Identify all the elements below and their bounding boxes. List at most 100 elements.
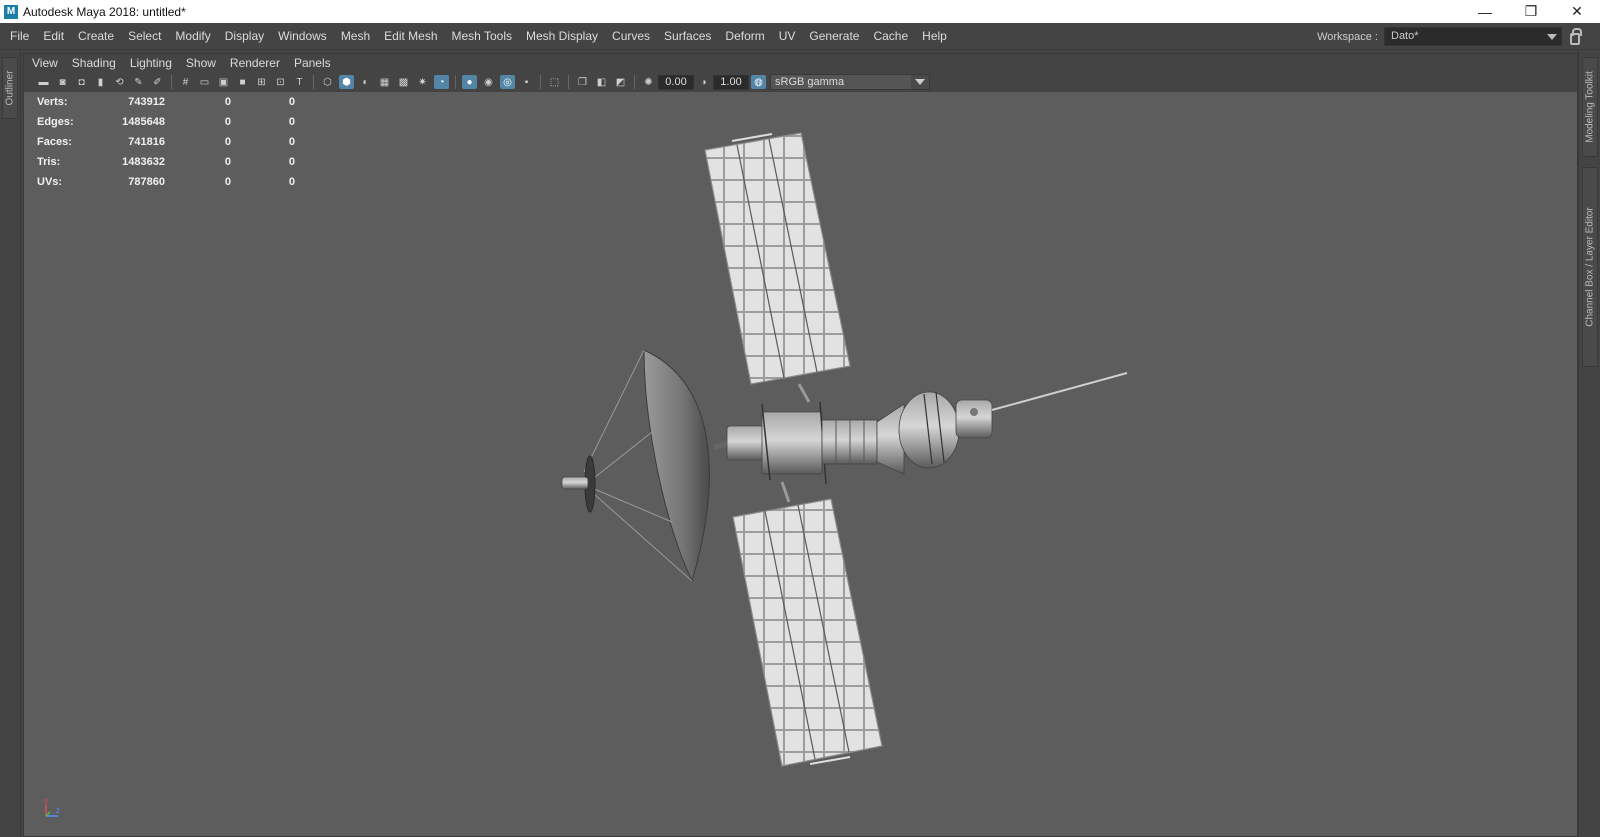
gamma-icon[interactable]: ◑ <box>696 75 711 89</box>
hud-value: 743912 <box>128 96 165 108</box>
menu-cache[interactable]: Cache <box>866 23 915 50</box>
color-management-icon[interactable]: ◍ <box>751 75 766 89</box>
upper-solar-panel <box>704 132 851 403</box>
poly-count-hud: Verts: 743912 0 0 Edges: 1485648 0 0 Fac… <box>37 92 295 192</box>
ambient-occlusion-icon[interactable]: ● <box>462 75 477 89</box>
outliner-tab[interactable]: Outliner <box>2 57 18 119</box>
workspace-dropdown[interactable]: Dato* <box>1384 27 1562 46</box>
lock-icon[interactable] <box>1570 27 1582 45</box>
maximize-button[interactable]: ❐ <box>1508 0 1554 23</box>
menu-curves[interactable]: Curves <box>605 23 657 50</box>
menu-edit-mesh[interactable]: Edit Mesh <box>377 23 444 50</box>
smooth-shade-icon[interactable]: ⬢ <box>339 75 354 89</box>
safe-title-icon[interactable]: T <box>292 75 307 89</box>
satellite-body <box>726 372 1128 485</box>
textured-icon[interactable]: ▦ <box>377 75 392 89</box>
panel-menu-show[interactable]: Show <box>179 56 223 70</box>
hud-value: 0 <box>224 116 231 128</box>
hud-row-tris: Tris: 1483632 0 0 <box>37 152 295 172</box>
menu-surfaces[interactable]: Surfaces <box>657 23 718 50</box>
lower-solar-panel <box>732 481 883 767</box>
camera-attributes-icon[interactable]: ◙ <box>55 75 70 89</box>
menu-modify[interactable]: Modify <box>168 23 217 50</box>
menu-mesh[interactable]: Mesh <box>334 23 377 50</box>
menu-mesh-display[interactable]: Mesh Display <box>519 23 605 50</box>
axis-z-label: z <box>56 806 60 815</box>
exposure-field[interactable]: 0.00 <box>658 74 694 90</box>
field-chart-icon[interactable]: ⊞ <box>254 75 269 89</box>
channel-box-tab-label: Channel Box / Layer Editor <box>1584 207 1596 327</box>
maya-logo-icon: M <box>4 4 18 19</box>
menu-uv[interactable]: UV <box>772 23 803 50</box>
grid-icon[interactable]: # <box>178 75 193 89</box>
xray-icon[interactable]: ▩ <box>396 75 411 89</box>
menu-display[interactable]: Display <box>218 23 271 50</box>
depth-of-field-icon[interactable]: ▪ <box>519 75 534 89</box>
backface-culling-icon[interactable]: ◩ <box>613 75 628 89</box>
panel-menu-shading[interactable]: Shading <box>65 56 123 70</box>
select-camera-icon[interactable]: ▬ <box>36 75 51 89</box>
menu-select[interactable]: Select <box>121 23 168 50</box>
panel-menu-renderer[interactable]: Renderer <box>223 56 287 70</box>
xray-joints-icon[interactable]: ❐ <box>575 75 590 89</box>
chevron-down-icon <box>1547 34 1557 40</box>
workspace-selector-area: Workspace : Dato* <box>1317 23 1582 50</box>
menu-windows[interactable]: Windows <box>271 23 334 50</box>
viewport-panel: View Shading Lighting Show Renderer Pane… <box>23 53 1578 837</box>
two-d-pan-zoom-icon[interactable]: ⟲ <box>112 75 127 89</box>
dish-antenna <box>561 349 728 583</box>
menu-create[interactable]: Create <box>71 23 121 50</box>
panel-menu-view[interactable]: View <box>24 56 65 70</box>
main-menu-bar: File Edit Create Select Modify Display W… <box>0 23 1600 50</box>
hud-value: 0 <box>288 96 295 108</box>
modeling-toolkit-tab[interactable]: Modeling Toolkit <box>1582 57 1598 157</box>
xray-active-icon[interactable]: ◧ <box>594 75 609 89</box>
safe-action-icon[interactable]: ⊡ <box>273 75 288 89</box>
3d-viewport[interactable]: Verts: 743912 0 0 Edges: 1485648 0 0 Fac… <box>24 92 1577 836</box>
hud-value: 0 <box>288 176 295 188</box>
menu-edit[interactable]: Edit <box>36 23 71 50</box>
isolate-select-icon[interactable]: ⬚ <box>547 75 562 89</box>
hud-value: 787860 <box>128 176 165 188</box>
wireframe-on-shaded-icon[interactable]: ◐ <box>358 75 373 89</box>
image-plane-icon[interactable]: ▮ <box>93 75 108 89</box>
hud-row-faces: Faces: 741816 0 0 <box>37 132 295 152</box>
panel-menu-panels[interactable]: Panels <box>287 56 338 70</box>
hud-label: Verts: <box>37 96 68 108</box>
hud-value: 0 <box>288 116 295 128</box>
hud-value: 0 <box>224 136 231 148</box>
menu-help[interactable]: Help <box>915 23 954 50</box>
exposure-icon[interactable]: ✺ <box>641 75 656 89</box>
view-axis-indicator: x z <box>38 796 68 822</box>
hud-row-uvs: UVs: 787860 0 0 <box>37 172 295 192</box>
grease-pencil-icon[interactable]: ✎ <box>131 75 146 89</box>
hud-row-edges: Edges: 1485648 0 0 <box>37 112 295 132</box>
panel-toolbar: ▬ ◙ ◘ ▮ ⟲ ✎ ✐ # ▭ ▣ ■ ⊞ ⊡ T ⬡ ⬢ ◐ ▦ ▩ ✷ … <box>24 72 1577 92</box>
bookmarks-icon[interactable]: ◘ <box>74 75 89 89</box>
hud-value: 0 <box>224 176 231 188</box>
modeling-toolkit-tab-label: Modeling Toolkit <box>1584 71 1596 143</box>
channel-box-tab[interactable]: Channel Box / Layer Editor <box>1582 167 1598 367</box>
wireframe-icon[interactable]: ⬡ <box>320 75 335 89</box>
film-gate-icon[interactable]: ▭ <box>197 75 212 89</box>
multisample-aa-icon[interactable]: ◎ <box>500 75 515 89</box>
color-space-dropdown[interactable]: sRGB gamma <box>770 74 930 90</box>
resolution-gate-icon[interactable]: ▣ <box>216 75 231 89</box>
shadows-icon[interactable]: ◔ <box>434 75 449 89</box>
gamma-field[interactable]: 1.00 <box>713 74 749 90</box>
close-button[interactable]: ✕ <box>1554 0 1600 23</box>
menu-mesh-tools[interactable]: Mesh Tools <box>445 23 519 50</box>
hud-value: 1483632 <box>122 156 165 168</box>
hud-label: UVs: <box>37 176 63 188</box>
minimize-button[interactable]: — <box>1462 0 1508 23</box>
hud-row-verts: Verts: 743912 0 0 <box>37 92 295 112</box>
menu-file[interactable]: File <box>0 23 36 50</box>
motion-blur-icon[interactable]: ◉ <box>481 75 496 89</box>
panel-menu-lighting[interactable]: Lighting <box>123 56 179 70</box>
satellite-model[interactable] <box>24 92 1577 836</box>
gate-mask-icon[interactable]: ■ <box>235 75 250 89</box>
menu-generate[interactable]: Generate <box>802 23 866 50</box>
menu-deform[interactable]: Deform <box>718 23 771 50</box>
brush-icon[interactable]: ✐ <box>150 75 165 89</box>
lights-icon[interactable]: ✷ <box>415 75 430 89</box>
